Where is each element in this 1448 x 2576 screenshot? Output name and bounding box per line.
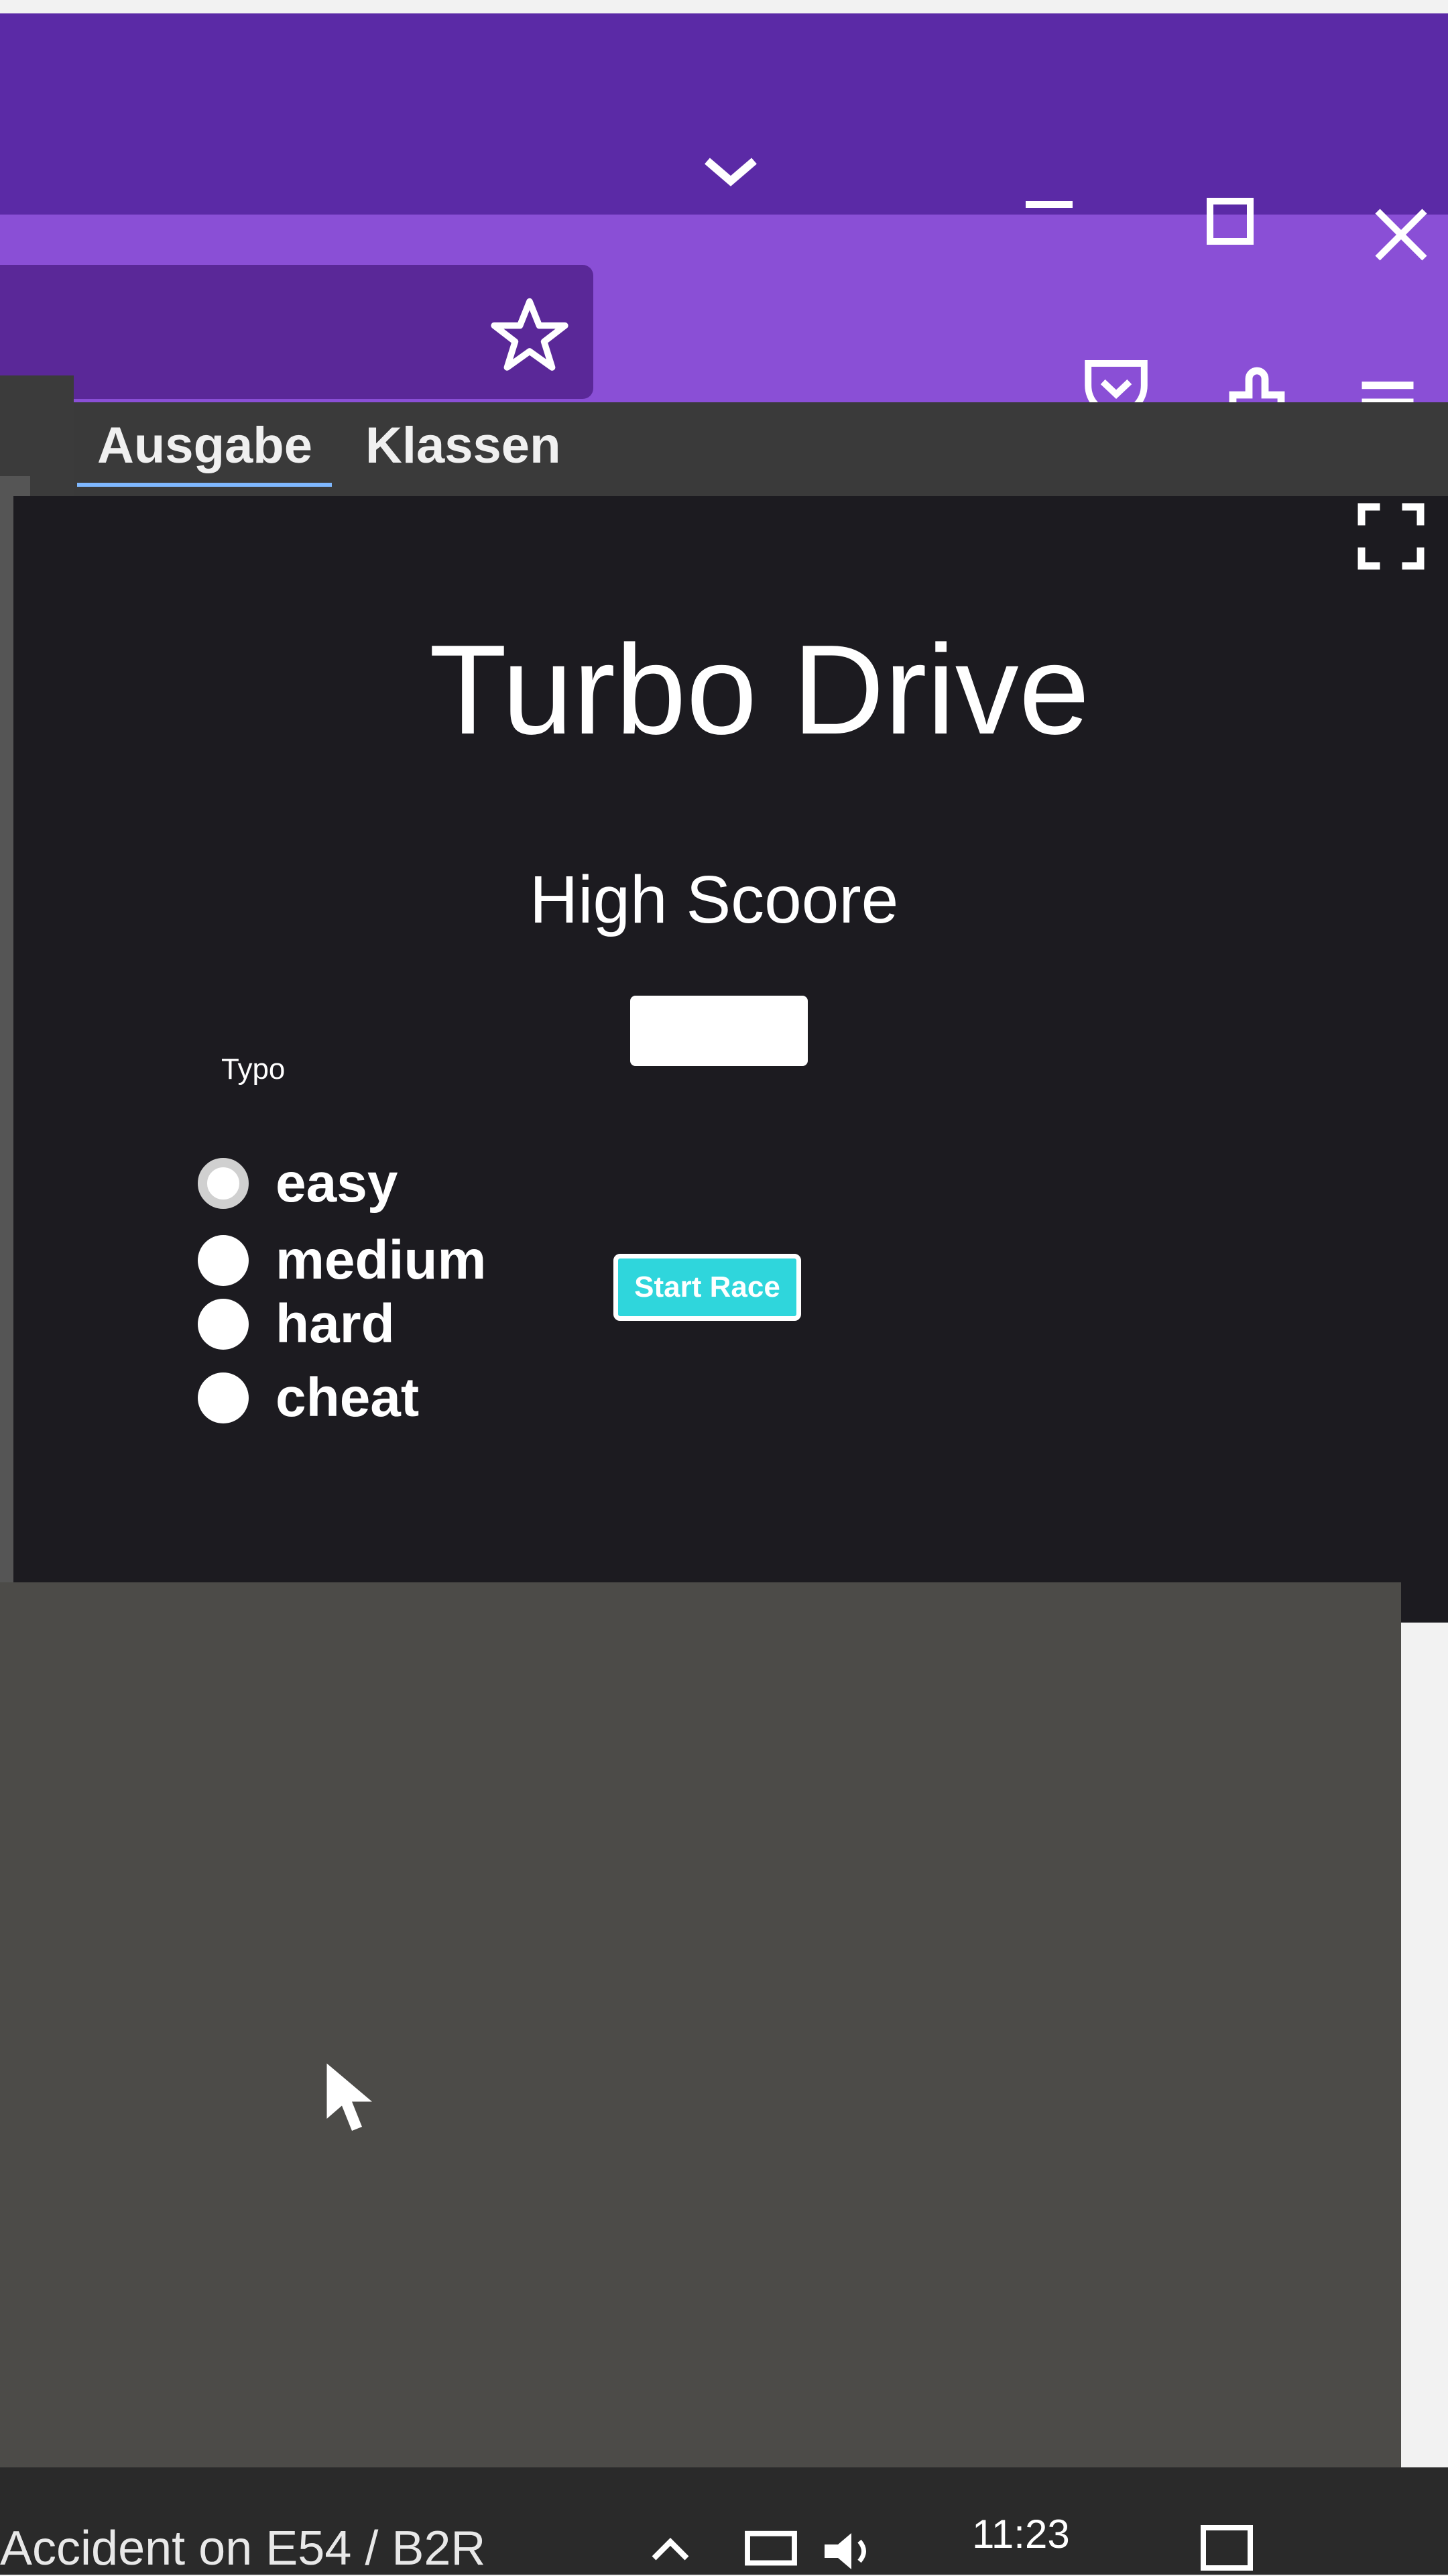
volume-icon[interactable] — [818, 2528, 885, 2575]
radio-label: easy — [276, 1153, 398, 1214]
radio-label: hard — [276, 1293, 395, 1354]
radio-easy[interactable]: easy — [198, 1147, 398, 1220]
radio-label: medium — [276, 1230, 487, 1291]
tab-output[interactable]: Ausgabe — [97, 416, 312, 476]
minimize-icon[interactable] — [1019, 171, 1086, 238]
maximize-icon[interactable] — [1197, 188, 1264, 255]
start-race-button[interactable]: Start Race — [613, 1254, 801, 1321]
radio-button[interactable] — [198, 1158, 249, 1209]
radio-button[interactable] — [198, 1235, 249, 1286]
tab-classes[interactable]: Klassen — [365, 416, 561, 476]
star-icon[interactable] — [489, 295, 570, 375]
radio-label: cheat — [276, 1367, 420, 1428]
radio-button[interactable] — [198, 1372, 249, 1423]
highscore-label: High Scoore — [530, 862, 899, 937]
highscore-field — [630, 996, 808, 1066]
console-panel — [0, 1582, 1401, 2467]
close-icon[interactable] — [1368, 201, 1435, 268]
radio-cheat[interactable]: cheat — [198, 1361, 419, 1435]
network-icon[interactable] — [741, 2528, 801, 2575]
news-ticker[interactable]: Accident on E54 / B2R — [0, 2521, 485, 2576]
radio-medium[interactable]: medium — [198, 1224, 486, 1297]
radio-hard[interactable]: hard — [198, 1287, 395, 1361]
radio-button[interactable] — [198, 1299, 249, 1350]
notification-icon[interactable] — [1193, 2521, 1260, 2575]
output-tabbar: Ausgabe Klassen — [74, 402, 1448, 496]
clock[interactable]: 11:23 — [972, 2511, 1070, 2557]
cursor-icon — [322, 2058, 382, 2139]
active-tab-indicator — [77, 483, 332, 487]
chevron-up-icon[interactable] — [647, 2528, 694, 2575]
game-title: Turbo Drive — [429, 619, 1090, 761]
fullscreen-icon[interactable] — [1347, 493, 1435, 580]
difficulty-label: Typo — [221, 1053, 286, 1086]
chevron-down-icon[interactable] — [697, 137, 764, 204]
